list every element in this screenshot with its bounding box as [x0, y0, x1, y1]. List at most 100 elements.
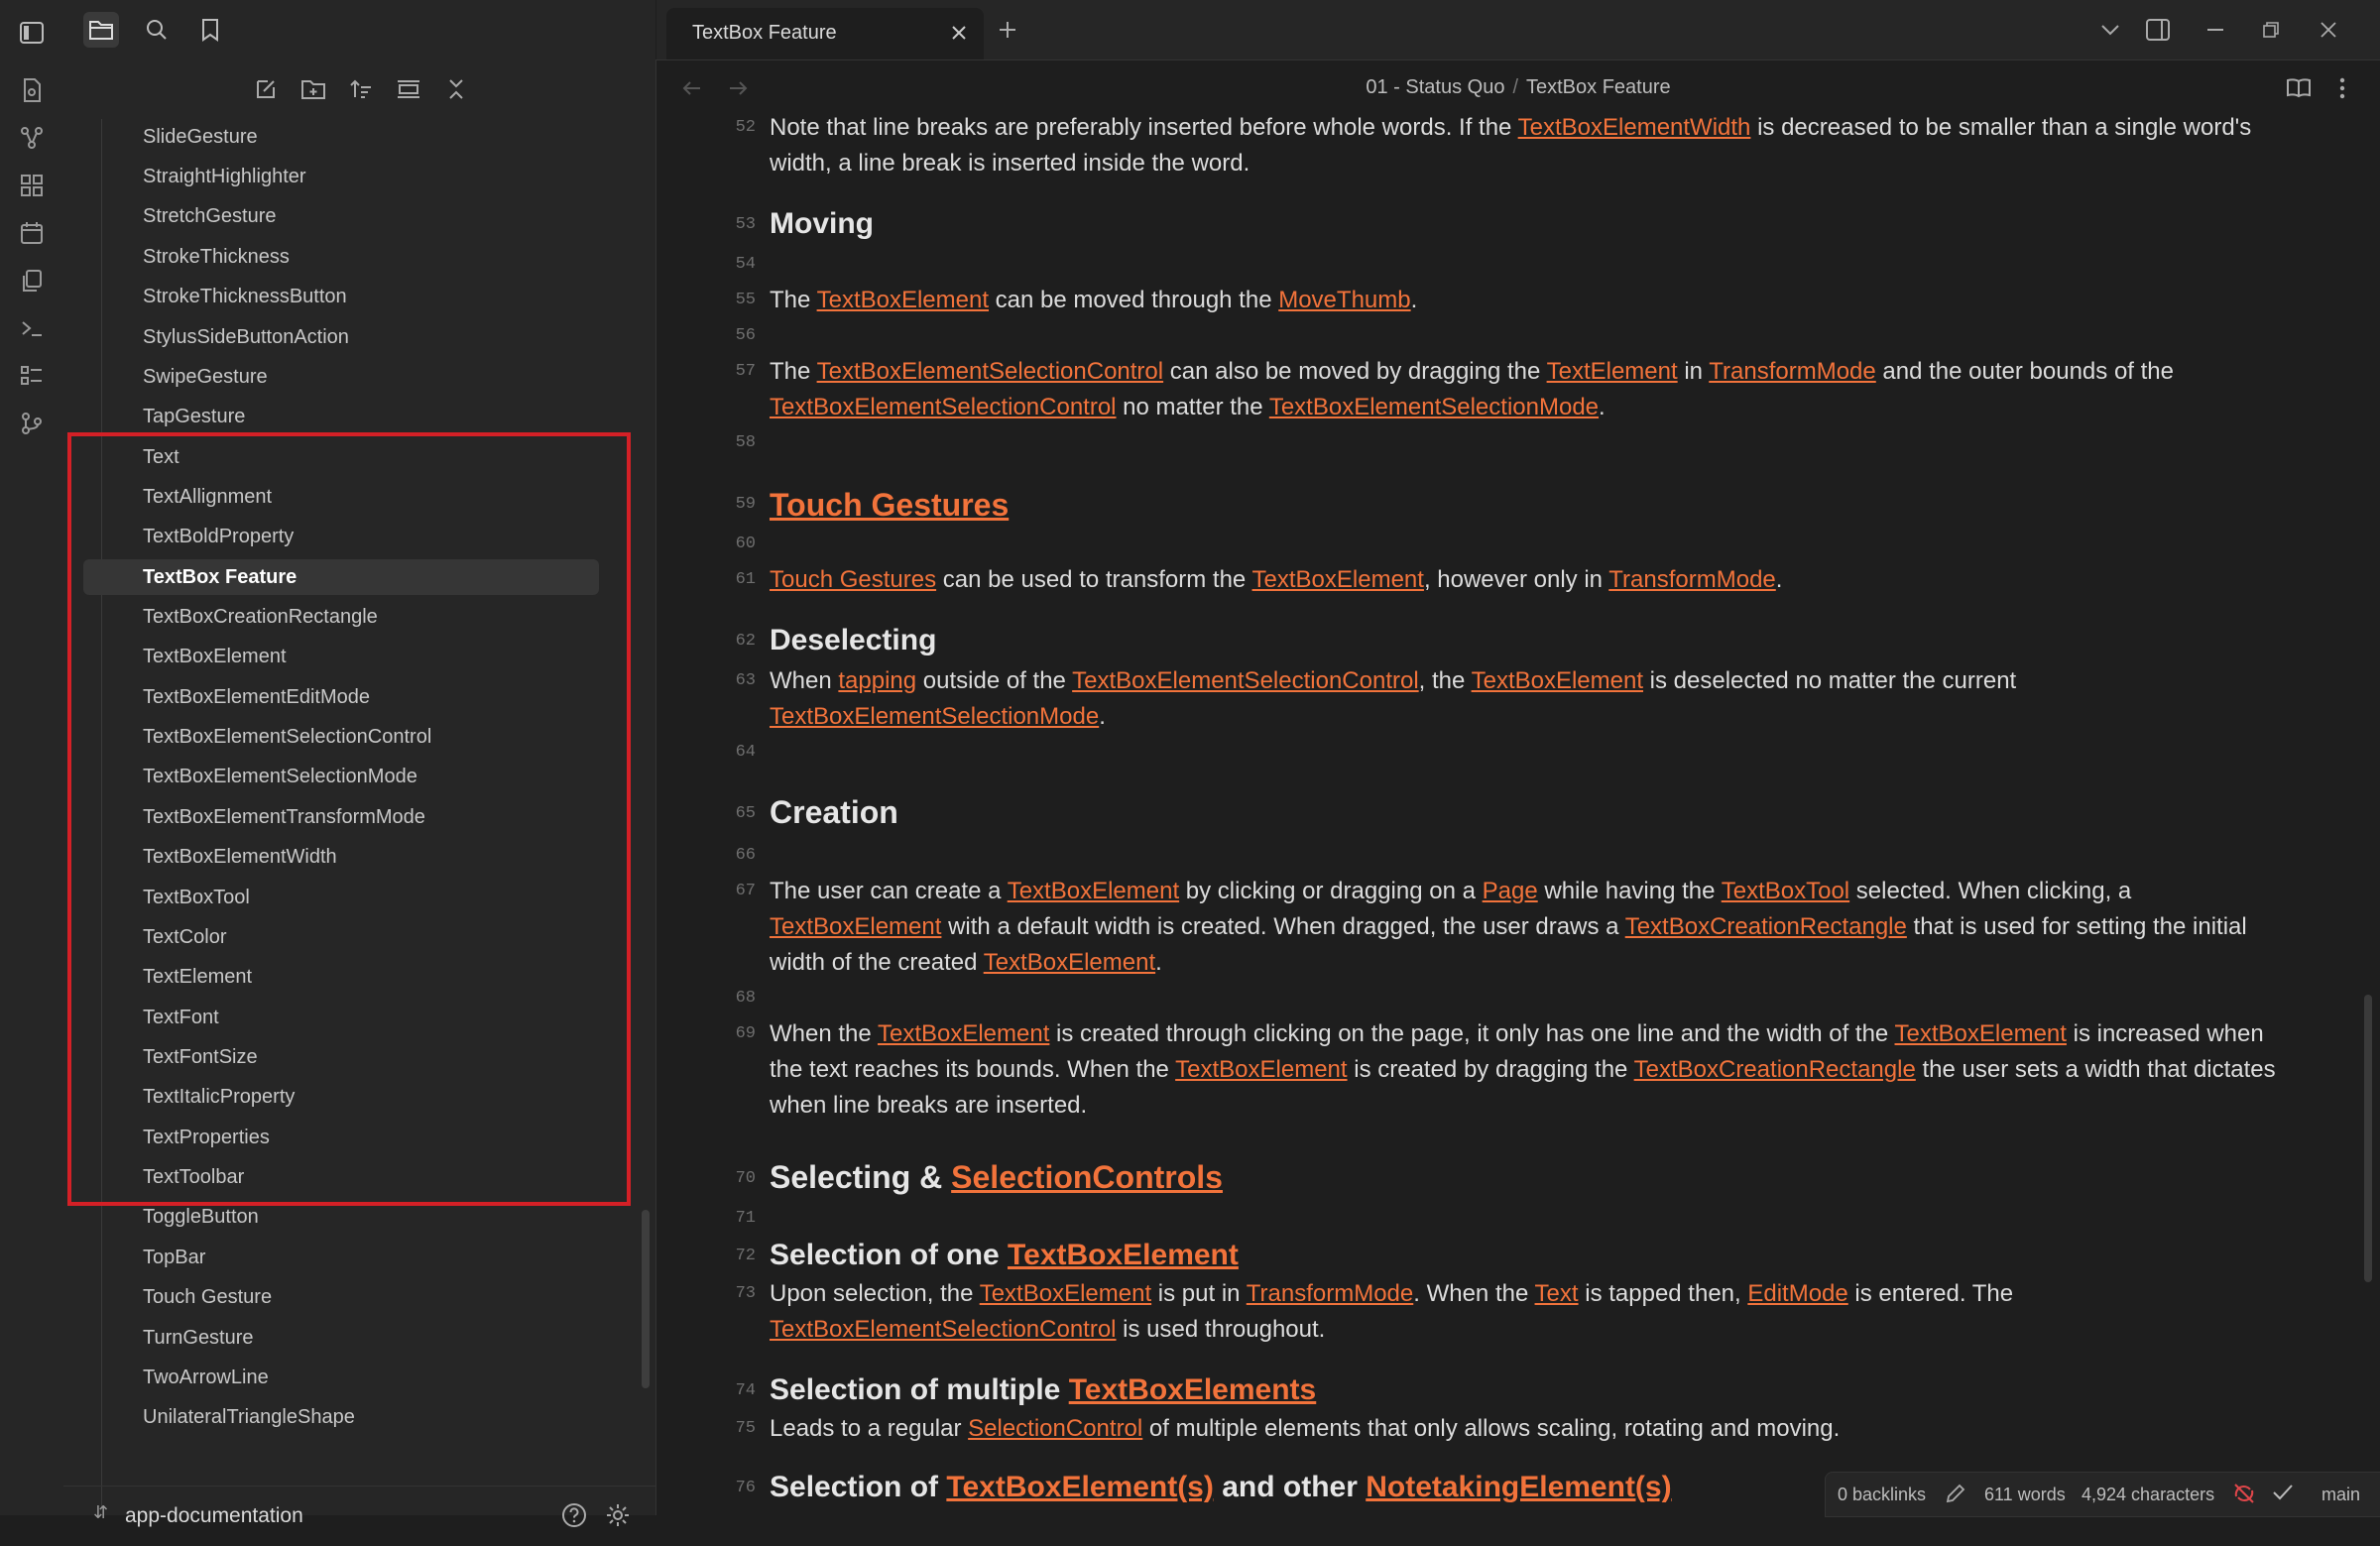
git-icon[interactable] [17, 409, 47, 438]
paragraph-line-73[interactable]: Upon selection, the TextBoxElement is pu… [770, 1276, 2277, 1348]
internal-link[interactable]: TextBoxElement(s) [946, 1471, 1214, 1503]
sidebar-toggle-icon[interactable] [17, 18, 47, 48]
tab-textbox-feature[interactable]: TextBox Feature [666, 8, 984, 59]
editor-pane[interactable]: 52 Note that line breaks are preferably … [656, 116, 2380, 1515]
file-tree-item[interactable]: TwoArrowLine [83, 1360, 599, 1395]
file-tree-item[interactable]: TextElement [83, 959, 599, 995]
file-tree-item[interactable]: TapGesture [83, 399, 599, 434]
new-note-icon[interactable] [248, 71, 284, 107]
internal-link[interactable]: TextBoxElement [878, 1020, 1049, 1047]
file-tree-item[interactable]: TextItalicProperty [83, 1079, 599, 1115]
internal-link[interactable]: TextBoxElementSelectionControl [770, 394, 1117, 420]
settings-gear-icon[interactable] [605, 1502, 631, 1528]
minimize-icon[interactable] [2200, 14, 2231, 46]
editor-scrollbar[interactable] [2364, 995, 2372, 1282]
breadcrumb-file[interactable]: TextBox Feature [1526, 76, 1671, 98]
internal-link[interactable]: TextBoxElement [1252, 566, 1424, 593]
internal-link[interactable]: TextBoxElementWidth [1518, 116, 1751, 141]
auto-reveal-icon[interactable] [391, 71, 426, 107]
file-tree-item[interactable]: TextBoxElementSelectionControl [83, 719, 599, 755]
file-tree-item[interactable]: ToggleButton [83, 1199, 599, 1235]
heading-selection-of-one[interactable]: Selection of one TextBoxElement [770, 1239, 1239, 1272]
sort-icon[interactable] [343, 71, 379, 107]
help-icon[interactable] [561, 1502, 587, 1528]
file-tree-item[interactable]: TextColor [83, 919, 599, 955]
internal-link[interactable]: TextBoxElement [1175, 1056, 1347, 1083]
internal-link[interactable]: TextBoxElement [984, 949, 1155, 976]
search-icon[interactable] [139, 12, 175, 48]
file-tree-item[interactable]: UnilateralTriangleShape [83, 1399, 599, 1435]
paragraph-line-55[interactable]: The TextBoxElement can be moved through … [770, 283, 2277, 318]
file-tree-item[interactable]: StrokeThickness [83, 239, 599, 275]
internal-link[interactable]: TextBoxElementSelectionControl [817, 358, 1164, 385]
internal-link[interactable]: TextBoxElementSelectionControl [1072, 667, 1419, 694]
daily-note-icon[interactable] [17, 75, 47, 105]
vault-name[interactable]: app-documentation [125, 1504, 303, 1528]
file-tree-item[interactable]: TextAllignment [83, 479, 599, 515]
file-tree-item[interactable]: TextBoxElement [83, 639, 599, 674]
tab-list-chevron-down-icon[interactable] [2094, 14, 2126, 46]
internal-link[interactable]: TextBoxElement [1895, 1020, 2067, 1047]
file-tree-item[interactable]: StraightHighlighter [83, 159, 599, 194]
file-tree-item[interactable]: SlideGesture [83, 119, 599, 155]
new-tab-plus-icon[interactable] [994, 16, 1021, 44]
window-close-icon[interactable] [2313, 14, 2344, 46]
internal-link[interactable]: tapping [838, 667, 916, 694]
file-tree-item-active[interactable]: TextBox Feature [83, 559, 599, 595]
file-tree-item[interactable]: StrokeThicknessButton [83, 279, 599, 314]
internal-link[interactable]: Page [1483, 878, 1538, 904]
internal-link[interactable]: MoveThumb [1278, 287, 1410, 313]
internal-link[interactable]: TextBoxElementSelectionMode [770, 703, 1099, 730]
internal-link[interactable]: TextBoxElement [770, 913, 941, 940]
sync-disabled-icon[interactable] [2232, 1483, 2256, 1504]
heading-deselecting[interactable]: Deselecting [770, 624, 936, 657]
vault-switcher[interactable]: ⇵ app-documentation [63, 1486, 655, 1546]
internal-link[interactable]: TextBoxElements [1069, 1373, 1317, 1406]
close-icon[interactable] [946, 20, 972, 46]
internal-link[interactable]: TransformMode [1709, 358, 1876, 385]
file-tree-item[interactable]: TextToolbar [83, 1159, 599, 1195]
paragraph-line-67[interactable]: The user can create a TextBoxElement by … [770, 874, 2277, 981]
file-tree-item[interactable]: TextBoxCreationRectangle [83, 599, 599, 635]
file-tree-item[interactable]: TextBoxElementSelectionMode [83, 759, 599, 794]
terminal-icon[interactable] [17, 313, 47, 343]
internal-link[interactable]: TextBoxElementSelectionMode [1269, 394, 1599, 420]
file-tree-item[interactable]: TextFont [83, 1000, 599, 1035]
backlinks-count[interactable]: 0 backlinks [1838, 1485, 1926, 1505]
internal-link[interactable]: TextBoxElement [817, 287, 989, 313]
graph-icon[interactable] [17, 123, 47, 153]
reading-view-book-icon[interactable] [2283, 72, 2315, 104]
heading-creation[interactable]: Creation [770, 794, 898, 831]
internal-link[interactable]: TextElement [1547, 358, 1678, 385]
file-tree-item[interactable]: Text [83, 439, 599, 475]
internal-link[interactable]: TextBoxCreationRectangle [1634, 1056, 1916, 1083]
file-tree-item[interactable]: StylusSideButtonAction [83, 319, 599, 355]
file-tree-item[interactable]: TextBoxTool [83, 880, 599, 915]
paragraph-line-61[interactable]: Touch Gestures can be used to transform … [770, 562, 2277, 598]
internal-link[interactable]: TextBoxElement [980, 1280, 1151, 1307]
right-sidebar-toggle-icon[interactable] [2142, 14, 2174, 46]
chevron-updown-icon[interactable]: ⇵ [93, 1502, 108, 1523]
file-tree-item[interactable]: SwipeGesture [83, 359, 599, 395]
collapse-all-icon[interactable] [438, 71, 474, 107]
internal-link[interactable]: SelectionControl [968, 1415, 1142, 1442]
internal-link[interactable]: TransformMode [1608, 566, 1776, 593]
file-tree-item[interactable]: TextProperties [83, 1120, 599, 1155]
internal-link[interactable]: TransformMode [1247, 1280, 1414, 1307]
file-tree-item[interactable]: TextBoldProperty [83, 519, 599, 554]
templates-icon[interactable] [17, 361, 47, 391]
new-folder-icon[interactable] [296, 71, 331, 107]
file-tree-item[interactable]: TopBar [83, 1240, 599, 1275]
internal-link[interactable]: Touch Gestures [770, 566, 936, 593]
copy-icon[interactable] [17, 266, 47, 296]
internal-link[interactable]: TextBoxElementSelectionControl [770, 1316, 1117, 1343]
heading-selection-of-mixed[interactable]: Selection of TextBoxElement(s) and other… [770, 1471, 1672, 1504]
file-tree-item[interactable]: Touch Gesture [83, 1279, 599, 1315]
calendar-icon[interactable] [17, 218, 47, 248]
paragraph-line-63[interactable]: When tapping outside of the TextBoxEleme… [770, 663, 2277, 735]
heading-touch-gestures[interactable]: Touch Gestures [770, 487, 1009, 524]
internal-link[interactable]: TextBoxCreationRectangle [1625, 913, 1907, 940]
more-options-icon[interactable] [2326, 72, 2358, 104]
paragraph-line-57[interactable]: The TextBoxElementSelectionControl can a… [770, 354, 2277, 425]
internal-link[interactable]: TextBoxTool [1722, 878, 1849, 904]
